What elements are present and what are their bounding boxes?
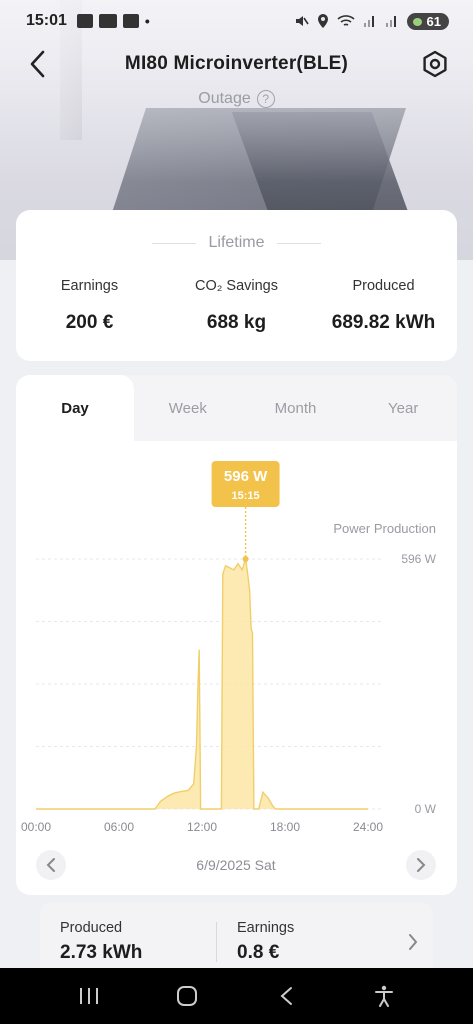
accessibility-icon [374, 985, 393, 1007]
chevron-left-icon [46, 858, 55, 872]
signal-icon [363, 16, 374, 27]
chevron-right-icon [417, 858, 426, 872]
stat-label: Earnings [60, 278, 119, 294]
app-header: MI80 Microinverter(BLE) [0, 42, 473, 86]
x-tick-label: 06:00 [104, 820, 134, 834]
stat-value: 200 € [65, 312, 114, 333]
summary-produced: Produced 2.73 kWh [40, 920, 216, 964]
status-time: 15:01 [26, 12, 67, 29]
settings-hex-icon [423, 50, 447, 78]
stat-co2: CO₂ Savings 688 kg [163, 278, 310, 334]
stat-earnings: Earnings 200 € [16, 278, 163, 334]
device-status-text: Outage [198, 90, 251, 107]
tooltip-time: 15:15 [232, 490, 260, 502]
home-button[interactable] [167, 976, 207, 1016]
divider [276, 242, 321, 244]
linkedin-icon [122, 14, 139, 28]
x-tick-label: 18:00 [270, 820, 300, 834]
tab-day[interactable]: Day [16, 375, 134, 441]
tab-year[interactable]: Year [349, 375, 457, 441]
back-icon [280, 987, 292, 1005]
dot-icon: • [144, 13, 150, 29]
stat-label: CO₂ Savings [195, 278, 278, 294]
production-card: Day Week Month Year 596 W 15:15 Power Prod… [16, 375, 457, 895]
mute-icon [295, 16, 309, 26]
youtube-icon [98, 14, 117, 28]
location-icon [317, 14, 328, 28]
x-tick-label: 00:00 [21, 820, 51, 834]
recent-apps-button[interactable] [69, 976, 109, 1016]
summary-earnings: Earnings 0.8 € [217, 920, 393, 964]
status-app-icons: • [76, 13, 150, 29]
previous-day-button[interactable] [36, 850, 66, 880]
accessibility-button[interactable] [364, 976, 404, 1016]
lifetime-header: Lifetime [16, 234, 457, 252]
back-button[interactable] [22, 48, 52, 80]
signal-icon-2 [385, 16, 396, 27]
x-tick-label: 24:00 [353, 820, 383, 834]
stat-label: Produced [352, 278, 415, 294]
tab-week[interactable]: Week [134, 375, 242, 441]
next-day-button[interactable] [406, 850, 436, 880]
settings-button[interactable] [419, 48, 451, 80]
stat-produced: Produced 689.82 kWh [310, 278, 457, 334]
summary-produced-label: Produced [60, 920, 123, 936]
system-back-button[interactable] [266, 976, 306, 1016]
device-status[interactable]: Outage ? [0, 90, 473, 108]
page-title: MI80 Microinverter(BLE) [124, 53, 349, 74]
summary-earnings-value: 0.8 € [237, 942, 280, 963]
y-tick-label: 596 W [401, 552, 436, 566]
tab-month[interactable]: Month [242, 375, 350, 441]
power-chart-svg: 596 W 15:15 Power Production 596 W 0 W 00:00 0… [21, 461, 437, 834]
lifetime-title: Lifetime [208, 234, 265, 251]
wifi-icon [336, 15, 355, 26]
period-tabs: Day Week Month Year [16, 375, 457, 441]
chevron-left-icon [30, 50, 45, 78]
tooltip-dot [242, 556, 249, 562]
stat-value: 689.82 kWh [331, 312, 436, 333]
status-system-icons: 61 [293, 12, 449, 30]
battery-indicator: 61 [406, 12, 449, 30]
calendar-icon [76, 14, 93, 28]
lifetime-card: Lifetime Earnings 200 € CO₂ Savings 688 … [16, 210, 457, 361]
y-tick-label: 0 W [415, 802, 437, 816]
status-bar: 15:01 • 61 [0, 0, 473, 42]
recents-icon [80, 988, 99, 1004]
lifetime-stats: Earnings 200 € CO₂ Savings 688 kg Produc… [16, 278, 457, 334]
summary-produced-value: 2.73 kWh [60, 942, 143, 963]
home-icon [177, 986, 198, 1006]
summary-earnings-label: Earnings [237, 920, 295, 936]
help-icon: ? [256, 90, 275, 108]
tooltip-value: 596 W [224, 468, 268, 485]
summary-details-button[interactable] [393, 934, 433, 950]
x-tick-label: 12:00 [187, 820, 217, 834]
date-navigator: 6/9/2025 Sat [36, 849, 436, 881]
stat-value: 688 kg [206, 312, 267, 333]
chevron-right-icon [409, 934, 418, 950]
power-chart[interactable]: 596 W 15:15 Power Production 596 W 0 W 00:00 0… [16, 441, 457, 841]
date-label[interactable]: 6/9/2025 Sat [196, 857, 275, 873]
divider [152, 242, 197, 244]
system-nav-bar [0, 968, 473, 1024]
chart-legend: Power Production [333, 521, 436, 536]
